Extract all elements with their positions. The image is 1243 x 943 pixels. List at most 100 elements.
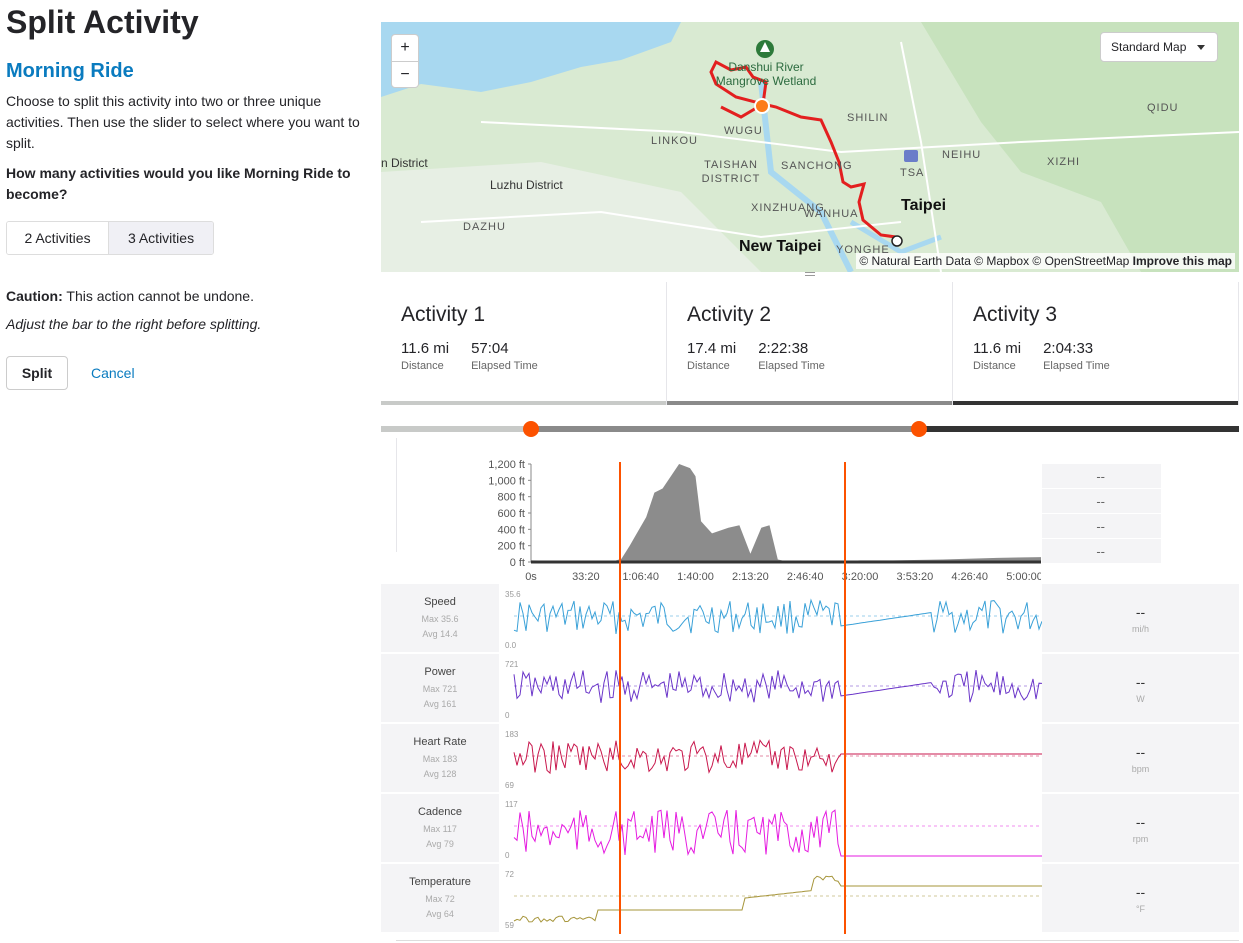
split-question: How many activities would you like Morni…: [6, 165, 351, 202]
map-label-taipei: Taipei: [901, 197, 947, 214]
two-activities-option[interactable]: 2 Activities: [7, 222, 110, 254]
x-tick-label: 5:00:00: [1006, 571, 1041, 583]
activity-title: Activity 3: [973, 303, 1058, 326]
elevation-value: --: [1096, 519, 1105, 534]
page-title: Split Activity: [6, 4, 199, 40]
airport-icon: [904, 150, 918, 162]
stream-trace: [513, 875, 1042, 923]
stream-name: Heart Rate: [413, 736, 467, 748]
x-tick-label: 1:06:40: [622, 571, 659, 583]
split-handle-1[interactable]: [523, 421, 539, 437]
y-tick-label: 1,200 ft: [488, 459, 525, 471]
map-label-wetland: Danshui River Mangrove Wetland: [715, 60, 817, 88]
map-label-luzhu: Luzhu District: [490, 178, 563, 192]
slider-segment-2: [531, 426, 919, 432]
map-style-select[interactable]: Standard Map: [1100, 32, 1218, 62]
stream-value-cell: -- rpm: [1042, 794, 1239, 862]
cancel-link[interactable]: Cancel: [91, 365, 135, 381]
stream-label: Heart Rate Max 183 Avg 128: [381, 724, 499, 792]
stream-row-cadence: Cadence Max 117 Avg 79 117 0 -- rpm: [381, 794, 1239, 864]
stream-value-cell: -- W: [1042, 654, 1239, 722]
activity-card-1: Activity 1 11.6 mi Distance 57:04 Elapsed …: [381, 282, 667, 405]
stream-row-speed: Speed Max 35.6 Avg 14.4 35.6 0.0 -- mi/h: [381, 584, 1239, 654]
intro-text: Choose to split this activity into two o…: [6, 93, 360, 151]
map-label-linkou: LINKOU: [651, 135, 698, 147]
stream-unit: rpm: [1132, 834, 1149, 844]
stream-unit: bpm: [1131, 764, 1150, 774]
map-label-taishan: TAISHAN DISTRICT: [701, 159, 761, 185]
stream-stats: Max 183 Avg 128: [381, 752, 499, 782]
stream-unit: W: [1136, 694, 1145, 704]
three-activities-option[interactable]: 3 Activities: [109, 222, 213, 254]
y-tick-label: 200 ft: [497, 541, 525, 553]
activity-color-bar: [381, 401, 666, 405]
stream-row-power: Power Max 721 Avg 161 721 0 -- W: [381, 654, 1239, 724]
stream-line: [513, 670, 1042, 703]
x-tick-label: 33:20: [572, 571, 600, 583]
resize-handle[interactable]: [805, 272, 815, 278]
stream-label: Cadence Max 117 Avg 79: [381, 794, 499, 862]
elapsed-label: Elapsed Time: [471, 360, 538, 372]
route-start-marker: [754, 98, 770, 114]
elevation-value: --: [1096, 469, 1105, 484]
y-tick-label: 600 ft: [497, 508, 525, 520]
distance-value: 11.6 mi: [973, 340, 1022, 357]
stream-max: Max 117: [423, 824, 457, 834]
stream-stats: Max 72 Avg 64: [381, 892, 499, 922]
hint-text: Adjust the bar to the right before split…: [6, 316, 262, 332]
divider: [396, 940, 1239, 941]
split-button[interactable]: Split: [6, 356, 68, 390]
stream-stats: Max 721 Avg 161: [381, 682, 499, 712]
map-style-label: Standard Map: [1111, 40, 1187, 54]
caution-label: Caution:: [6, 288, 63, 304]
stream-value: --: [1135, 814, 1146, 830]
stream-avg: Avg 161: [423, 699, 457, 709]
map-label-dazhu: DAZHU: [463, 221, 506, 233]
slider-segment-3: [919, 426, 1239, 432]
split-line-2[interactable]: [844, 462, 846, 934]
zoom-in-button[interactable]: +: [392, 35, 418, 61]
activity-name: Morning Ride: [6, 60, 134, 82]
x-tick-label: 4:26:40: [951, 571, 988, 583]
distance-label: Distance: [401, 360, 444, 372]
stream-row-temperature: Temperature Max 72 Avg 64 72 59 -- °F: [381, 864, 1239, 934]
stream-value-cell: -- mi/h: [1042, 584, 1239, 652]
zoom-controls: + −: [391, 34, 419, 88]
stream-name: Cadence: [417, 806, 463, 818]
elevation-value: --: [1096, 544, 1105, 559]
stream-unit: °F: [1135, 904, 1146, 914]
split-line-1[interactable]: [619, 462, 621, 934]
chevron-down-icon: [1197, 45, 1205, 50]
activity-title: Activity 1: [401, 303, 486, 326]
stream-avg: Avg 14.4: [422, 629, 458, 639]
map-label-wanhua: WANHUA: [804, 208, 859, 220]
elevation-value-cell: --: [1042, 514, 1161, 538]
split-slider[interactable]: [381, 420, 1239, 438]
elapsed-label: Elapsed Time: [758, 360, 825, 372]
activity-card-3: Activity 3 11.6 mi Distance 2:04:33 Elapse…: [953, 282, 1239, 405]
stream-label: Power Max 721 Avg 161: [381, 654, 499, 722]
elapsed-value: 2:04:33: [1043, 340, 1094, 357]
stream-max: Max 72: [425, 894, 455, 904]
improve-map-link[interactable]: Improve this map: [1133, 254, 1232, 268]
stream-trace: [513, 598, 1042, 634]
map-attribution: © Natural Earth Data © Mapbox © OpenStre…: [856, 253, 1235, 269]
elapsed-value: 57:04: [471, 340, 509, 357]
stream-label: Temperature Max 72 Avg 64: [381, 864, 499, 932]
caution-message: This action cannot be undone.: [62, 288, 254, 304]
map-label-xizhi: XIZHI: [1047, 156, 1081, 168]
zoom-out-button[interactable]: −: [392, 61, 418, 87]
y-tick-label: 0 ft: [510, 557, 525, 569]
stream-line: [513, 598, 1042, 634]
stream-stats: Max 117 Avg 79: [381, 822, 499, 852]
slider-segment-1: [381, 426, 531, 432]
route-map[interactable]: + − Standard Map Danshui River Mangrove …: [381, 22, 1239, 272]
map-label-neihu: NEIHU: [942, 149, 982, 161]
split-handle-2[interactable]: [911, 421, 927, 437]
stream-name: Power: [424, 666, 456, 678]
stream-avg: Avg 64: [426, 909, 454, 919]
map-label-tsa: TSA: [900, 167, 925, 179]
x-tick-label: 2:46:40: [787, 571, 824, 583]
stream-value-cell: -- bpm: [1042, 724, 1239, 792]
activity-color-bar: [667, 401, 952, 405]
